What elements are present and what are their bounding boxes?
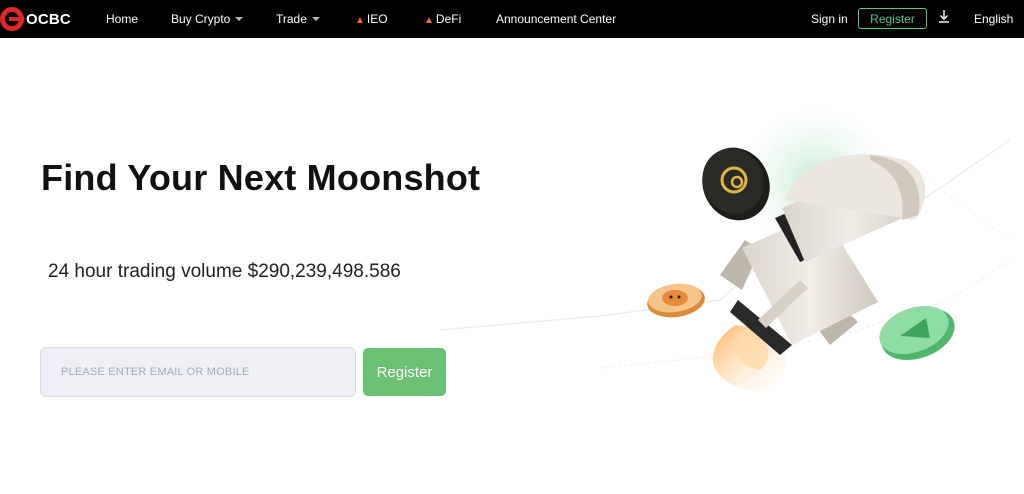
page-title: Find Your Next Moonshot xyxy=(41,157,481,198)
ocbc-logo-icon xyxy=(0,7,24,31)
nav-trade-label: Trade xyxy=(276,12,307,26)
nav-ieo[interactable]: ▲ IEO xyxy=(355,12,388,26)
nav-ieo-label: IEO xyxy=(366,12,388,26)
nav-register-button[interactable]: Register xyxy=(858,8,927,29)
top-nav-bar: OCBC Home Buy Crypto Trade ▲ IEO ▲ DeFi An… xyxy=(0,0,1024,38)
nav-buy-crypto-label: Buy Crypto xyxy=(171,12,231,26)
green-coin-icon xyxy=(879,305,955,361)
rocket-illustration xyxy=(439,105,1011,392)
logo[interactable]: OCBC xyxy=(0,7,71,31)
chevron-down-icon xyxy=(235,17,244,21)
email-or-mobile-input[interactable] xyxy=(40,347,356,397)
nav-defi[interactable]: ▲ DeFi xyxy=(424,12,461,26)
nav-buy-crypto[interactable]: Buy Crypto xyxy=(171,12,244,26)
nav-trade[interactable]: Trade xyxy=(276,12,320,26)
shiba-coin-icon xyxy=(647,283,705,318)
trading-volume-text: 24 hour trading volume $290,239,498.586 xyxy=(48,261,401,282)
nav-announcement-center[interactable]: Announcement Center xyxy=(496,12,616,26)
sign-in-link[interactable]: Sign in xyxy=(811,12,848,26)
nav-home[interactable]: Home xyxy=(106,12,138,26)
fire-icon: ▲ xyxy=(424,15,434,26)
fire-icon: ▲ xyxy=(355,15,365,26)
chevron-down-icon xyxy=(311,17,320,21)
language-selector[interactable]: English xyxy=(974,12,1013,26)
download-icon[interactable] xyxy=(938,8,950,24)
logo-text: OCBC xyxy=(26,10,71,28)
nav-defi-label: DeFi xyxy=(435,12,462,26)
